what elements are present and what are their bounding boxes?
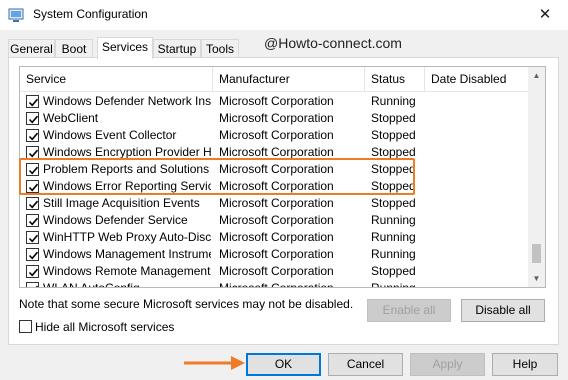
table-row[interactable]: Windows Defender Network Ins... Microsoft… [20, 93, 530, 110]
table-row[interactable]: WLAN AutoConfig Microsoft Corporation Runn… [20, 280, 530, 288]
status-cell: Running [371, 230, 416, 244]
service-checkbox[interactable] [26, 248, 39, 261]
tab-boot[interactable]: Boot [55, 39, 93, 58]
highlight-box [19, 158, 415, 195]
table-row[interactable]: Still Image Acquisition Events Microsoft … [20, 195, 530, 212]
hide-microsoft-services-checkbox[interactable] [19, 320, 32, 333]
manufacturer-cell: Microsoft Corporation [219, 111, 334, 125]
service-checkbox[interactable] [26, 112, 39, 125]
service-name-cell: WebClient [43, 111, 99, 125]
status-cell: Running [371, 94, 416, 108]
service-name-cell: WinHTTP Web Proxy Auto-Disco... [43, 230, 211, 244]
service-name-cell: Windows Management Instrume... [43, 247, 211, 261]
scroll-up-icon[interactable]: ▲ [528, 67, 545, 84]
service-checkbox[interactable] [26, 129, 39, 142]
service-checkbox[interactable] [26, 265, 39, 278]
help-button[interactable]: Help [492, 353, 558, 376]
tab-general[interactable]: General [8, 39, 55, 58]
table-row[interactable]: Windows Remote Management (... Microsoft … [20, 263, 530, 280]
enable-all-button[interactable]: Enable all [367, 299, 451, 322]
service-checkbox[interactable] [26, 95, 39, 108]
manufacturer-cell: Microsoft Corporation [219, 213, 334, 227]
close-icon[interactable]: ✕ [522, 0, 568, 30]
ok-button[interactable]: OK [246, 353, 321, 376]
column-header-status[interactable]: Status [365, 67, 425, 92]
table-row[interactable]: WinHTTP Web Proxy Auto-Disco... Microsoft… [20, 229, 530, 246]
cancel-button[interactable]: Cancel [328, 353, 403, 376]
tab-tools[interactable]: Tools [201, 39, 239, 58]
column-header-service[interactable]: Service [20, 67, 213, 92]
vertical-scrollbar[interactable]: ▲ ▼ [528, 67, 545, 287]
service-name-cell: WLAN AutoConfig [43, 281, 140, 288]
table-row[interactable]: Windows Event Collector Microsoft Corpora… [20, 127, 530, 144]
status-cell: Stopped [371, 111, 416, 125]
service-name-cell: Windows Event Collector [43, 128, 177, 142]
manufacturer-cell: Microsoft Corporation [219, 281, 334, 288]
manufacturer-cell: Microsoft Corporation [219, 264, 334, 278]
tab-startup[interactable]: Startup [153, 39, 201, 58]
status-cell: Running [371, 213, 416, 227]
column-header-row: Service Manufacturer Status Date Disable… [20, 67, 530, 92]
window-title: System Configuration [33, 7, 148, 21]
service-checkbox[interactable] [26, 231, 39, 244]
disable-all-button[interactable]: Disable all [461, 299, 545, 322]
manufacturer-cell: Microsoft Corporation [219, 196, 334, 210]
column-header-manufacturer[interactable]: Manufacturer [213, 67, 365, 92]
scroll-down-icon[interactable]: ▼ [528, 270, 545, 287]
status-cell: Stopped [371, 264, 416, 278]
title-bar: System Configuration ✕ [0, 0, 568, 30]
manufacturer-cell: Microsoft Corporation [219, 247, 334, 261]
system-configuration-icon [8, 7, 24, 23]
status-cell: Running [371, 281, 416, 288]
apply-button[interactable]: Apply [410, 353, 485, 376]
manufacturer-cell: Microsoft Corporation [219, 230, 334, 244]
service-checkbox[interactable] [26, 282, 39, 287]
status-cell: Running [371, 247, 416, 261]
service-name-cell: Windows Defender Network Ins... [43, 94, 211, 108]
manufacturer-cell: Microsoft Corporation [219, 128, 334, 142]
note-text: Note that some secure Microsoft services… [19, 297, 354, 311]
tab-services[interactable]: Services [97, 37, 153, 59]
hide-microsoft-services-label: Hide all Microsoft services [35, 320, 175, 334]
scrollbar-thumb[interactable] [532, 244, 541, 263]
arrow-icon [184, 356, 245, 370]
service-checkbox[interactable] [26, 214, 39, 227]
status-cell: Stopped [371, 128, 416, 142]
service-name-cell: Still Image Acquisition Events [43, 196, 200, 210]
column-header-date-disabled[interactable]: Date Disabled [425, 67, 530, 92]
table-row[interactable]: Windows Management Instrume... Microsoft … [20, 246, 530, 263]
status-cell: Stopped [371, 196, 416, 210]
service-name-cell: Windows Remote Management (... [43, 264, 211, 278]
service-checkbox[interactable] [26, 197, 39, 210]
manufacturer-cell: Microsoft Corporation [219, 94, 334, 108]
table-row[interactable]: Windows Defender Service Microsoft Corpor… [20, 212, 530, 229]
table-row[interactable]: WebClient Microsoft Corporation Stopped [20, 110, 530, 127]
service-name-cell: Windows Defender Service [43, 213, 188, 227]
watermark: @Howto-connect.com [264, 35, 402, 51]
